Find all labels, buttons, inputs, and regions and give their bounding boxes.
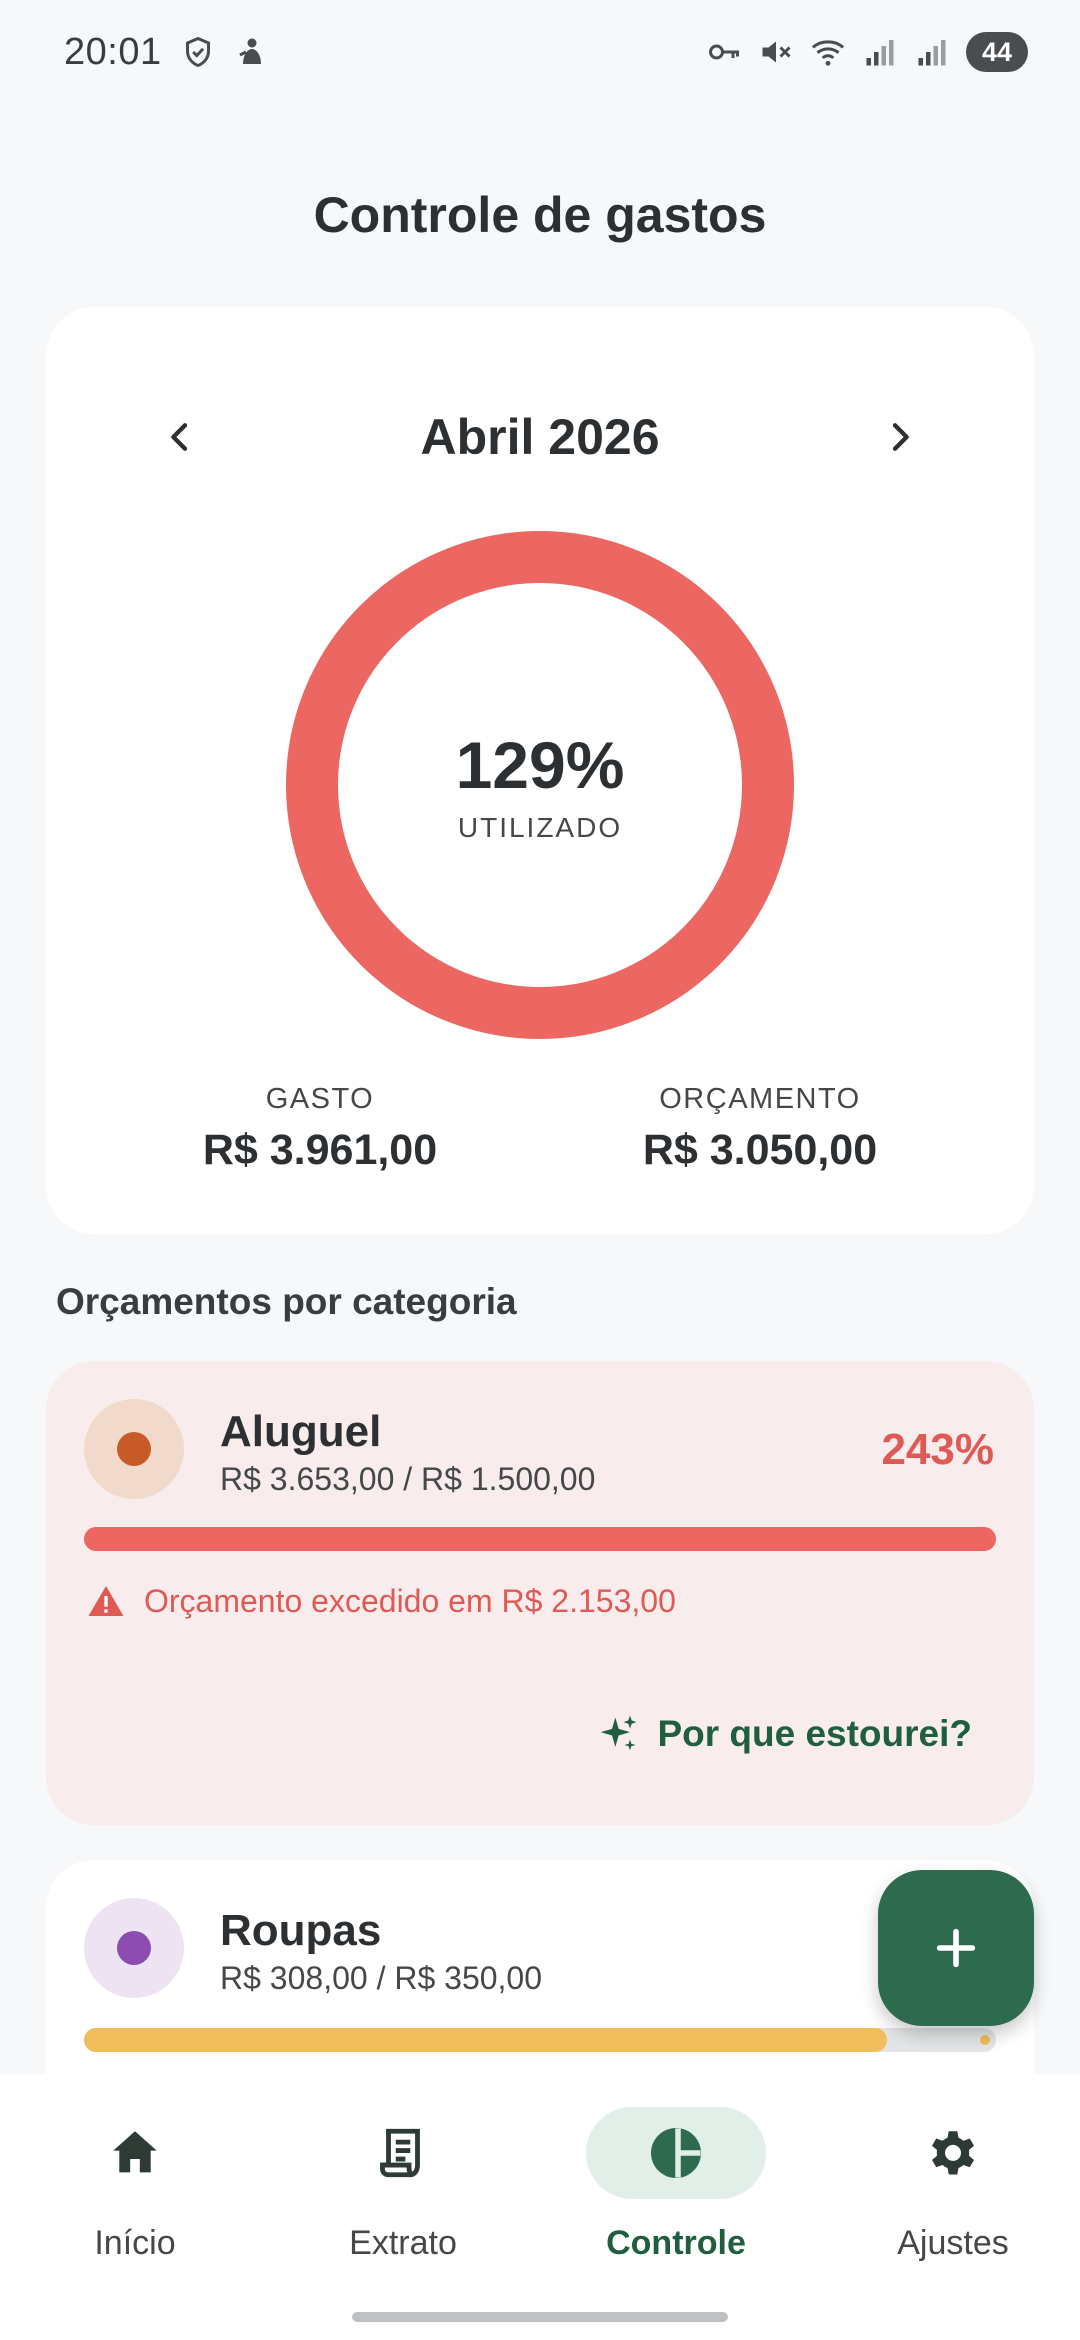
home-indicator <box>352 2312 728 2322</box>
spent-value: R$ 3.961,00 <box>202 1126 438 1174</box>
spent-stat: GASTO R$ 3.961,00 <box>120 1083 520 1175</box>
pie-chart-icon <box>651 2128 701 2178</box>
month-navigator: Abril 2026 <box>46 397 1034 477</box>
status-bar: 20:01 44 <box>0 0 1080 104</box>
nav-label: Início <box>94 2224 176 2262</box>
nav-item-extrato[interactable]: Extrato <box>268 2074 538 2294</box>
category-name: Aluguel <box>220 1407 382 1456</box>
signal-icon <box>918 40 946 66</box>
category-progress-track <box>84 1527 996 1551</box>
nav-label: Controle <box>606 2224 746 2262</box>
status-time: 20:01 <box>64 30 162 73</box>
notification-icon <box>238 38 261 64</box>
category-progress-fill <box>84 1527 996 1551</box>
screen: 20:01 44 Controle de gastos Abril 2026 1… <box>0 0 1080 2340</box>
add-budget-fab[interactable] <box>878 1870 1034 2026</box>
why-exceeded-button[interactable]: Por que estourei? <box>597 1701 972 1767</box>
receipt-icon <box>380 2128 420 2178</box>
status-right: 44 <box>706 32 1028 72</box>
progress-end-marker <box>980 2035 990 2045</box>
status-left: 20:01 <box>64 31 270 74</box>
summary-card: Abril 2026 129% UTILIZADO GASTO R$ 3.961… <box>46 307 1034 1234</box>
chevron-left-icon <box>171 423 188 451</box>
previous-month-button[interactable] <box>140 397 220 477</box>
budget-stat: ORÇAMENTO R$ 3.050,00 <box>560 1083 960 1175</box>
category-amount: R$ 308,00 / R$ 350,00 <box>220 1960 543 1996</box>
battery-indicator: 44 <box>966 32 1028 72</box>
nav-label: Ajustes <box>897 2224 1009 2262</box>
sparkle-icon <box>601 1715 637 1751</box>
category-color-dot <box>117 1432 151 1466</box>
category-amount: R$ 3.653,00 / R$ 1.500,00 <box>220 1461 596 1497</box>
wifi-icon <box>811 40 845 66</box>
budget-value: R$ 3.050,00 <box>642 1126 878 1174</box>
nav-icon-container <box>45 2107 225 2199</box>
signal-icon <box>866 40 894 66</box>
budget-warning: Orçamento excedido em R$ 2.153,00 <box>86 1581 676 1621</box>
chevron-right-icon <box>892 423 909 451</box>
category-progress-fill <box>84 2028 887 2052</box>
ring-center: 129% UTILIZADO <box>286 531 794 1039</box>
section-title: Orçamentos por categoria <box>56 1281 517 1322</box>
budget-label: ORÇAMENTO <box>659 1083 861 1115</box>
nav-item-controle[interactable]: Controle <box>541 2074 811 2294</box>
nav-icon-container <box>863 2107 1043 2199</box>
usage-ring: 129% UTILIZADO <box>286 531 794 1039</box>
vpn-key-icon <box>709 44 739 60</box>
plus-icon <box>936 1928 976 1968</box>
home-icon <box>113 2131 157 2173</box>
nav-icon-container <box>313 2107 493 2199</box>
next-month-button[interactable] <box>860 397 940 477</box>
warning-text: Orçamento excedido em R$ 2.153,00 <box>144 1582 676 1619</box>
category-percent: 243% <box>881 1425 994 1474</box>
nav-icon-container-active <box>586 2107 766 2199</box>
usage-percent: 129% <box>455 728 625 802</box>
usage-caption: UTILIZADO <box>457 812 623 843</box>
page-title: Controle de gastos <box>313 187 767 243</box>
gear-icon <box>932 2131 974 2175</box>
spent-label: GASTO <box>265 1083 375 1115</box>
category-avatar <box>84 1898 184 1998</box>
nav-item-ajustes[interactable]: Ajustes <box>818 2074 1080 2294</box>
category-name: Roupas <box>220 1906 382 1955</box>
category-avatar <box>84 1399 184 1499</box>
mute-icon <box>762 41 791 63</box>
nav-item-inicio[interactable]: Início <box>0 2074 270 2294</box>
shield-check-icon <box>185 36 210 68</box>
category-progress-track <box>84 2028 996 2052</box>
why-exceeded-label: Por que estourei? <box>657 1713 972 1754</box>
category-card-aluguel[interactable]: Aluguel R$ 3.653,00 / R$ 1.500,00 243% O… <box>46 1361 1034 1825</box>
warning-icon <box>88 1586 124 1616</box>
nav-label: Extrato <box>349 2224 457 2262</box>
bottom-navigation: Início Extrato Controle Ajustes <box>0 2074 1080 2340</box>
category-color-dot <box>117 1931 151 1965</box>
